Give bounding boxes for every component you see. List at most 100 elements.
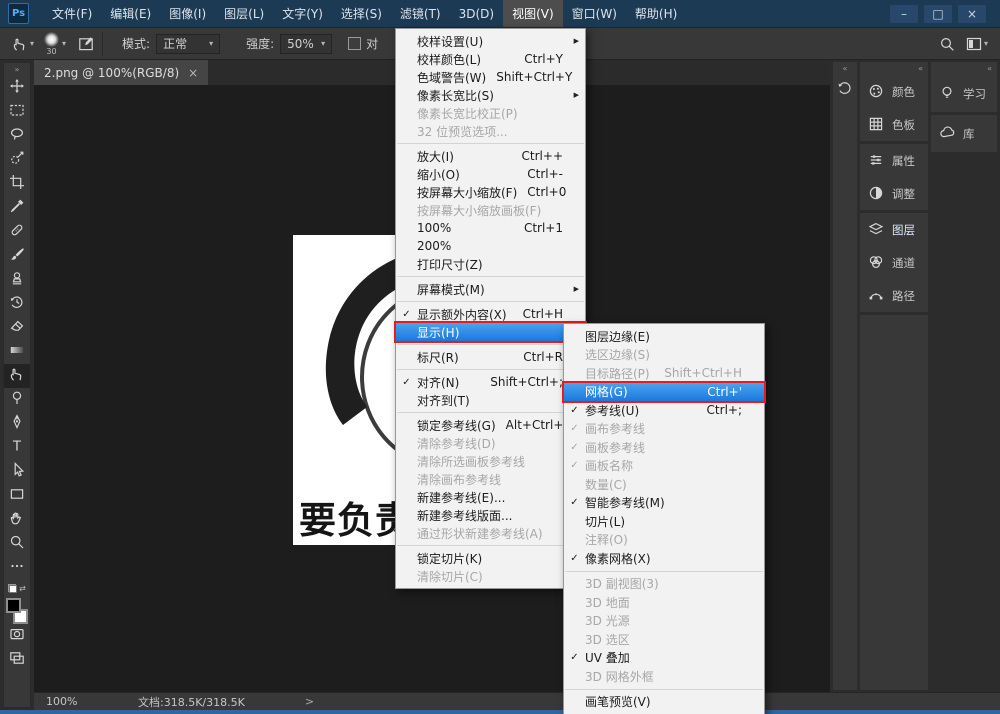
minimize-button[interactable]: – — [890, 5, 918, 23]
collapse-arrow-icon[interactable]: « — [833, 62, 857, 75]
menubar-item[interactable]: 图层(L) — [215, 0, 273, 27]
eraser-tool[interactable] — [4, 316, 30, 340]
status-chevron-icon[interactable]: > — [305, 695, 314, 708]
foreground-color-swatch[interactable] — [6, 598, 21, 613]
panel-button-adjustments[interactable]: 调整 — [860, 177, 928, 210]
menubar-item[interactable]: 编辑(E) — [101, 0, 160, 27]
menubar-item[interactable]: 3D(D) — [450, 0, 503, 27]
menu-item[interactable]: ✓智能参考线(M) — [564, 494, 764, 513]
menu-item[interactable]: 新建参考线版面... — [396, 506, 585, 524]
history-panel-button[interactable] — [833, 75, 857, 101]
type-tool[interactable]: T — [4, 436, 30, 460]
maximize-button[interactable]: □ — [924, 5, 952, 23]
lasso-tool[interactable] — [4, 124, 30, 148]
edit-toolbar[interactable] — [4, 556, 30, 580]
spot-healing-brush-tool[interactable] — [4, 220, 30, 244]
menu-item[interactable]: 锁定参考线(G)Alt+Ctrl+; — [396, 416, 585, 434]
menu-bar: 文件(F)编辑(E)图像(I)图层(L)文字(Y)选择(S)滤镜(T)3D(D)… — [43, 0, 686, 27]
brush-size-picker[interactable]: 30 — [44, 32, 59, 56]
divider — [102, 32, 103, 56]
tool-preset-picker[interactable]: ▾ — [12, 36, 34, 51]
zoom-level-field[interactable]: 100% — [46, 695, 98, 708]
menu-item[interactable]: 新建参考线(E)... — [396, 488, 585, 506]
menu-item[interactable]: ✓对齐(N)Shift+Ctrl+; — [396, 373, 585, 391]
dodge-tool[interactable] — [4, 388, 30, 412]
menubar-item[interactable]: 文字(Y) — [273, 0, 332, 27]
menubar-item[interactable]: 视图(V) — [503, 0, 563, 27]
menu-item[interactable]: ✓显示额外内容(X)Ctrl+H — [396, 305, 585, 323]
menu-item[interactable]: 放大(I)Ctrl++ — [396, 147, 585, 165]
collapse-arrow-icon[interactable]: « — [931, 62, 997, 75]
search-icon[interactable] — [939, 36, 954, 51]
hand-tool-icon — [9, 510, 25, 530]
menu-item[interactable]: 网格(G)Ctrl+' — [564, 383, 764, 402]
menu-item[interactable]: 显示(H)▶ — [396, 323, 585, 341]
menu-item[interactable]: 校样颜色(L)Ctrl+Y — [396, 50, 585, 68]
menubar-item[interactable]: 文件(F) — [43, 0, 101, 27]
toggle-brush-panel-icon[interactable] — [78, 36, 93, 51]
menu-item-label: 显示额外内容(X) — [417, 306, 513, 323]
panel-button-libraries[interactable]: 库 — [931, 115, 997, 152]
pen-tool[interactable] — [4, 412, 30, 436]
menu-item[interactable]: 按屏幕大小缩放(F)Ctrl+0 — [396, 183, 585, 201]
menu-item[interactable]: 像素长宽比(S)▶ — [396, 86, 585, 104]
strength-dropdown[interactable]: 50% ▾ — [280, 34, 332, 54]
close-tab-icon[interactable]: × — [188, 66, 198, 80]
menu-item[interactable]: ✓UV 叠加 — [564, 649, 764, 668]
toolbar-expand-arrow[interactable]: » — [4, 63, 30, 76]
menu-item[interactable]: 200% — [396, 237, 585, 255]
history-brush-tool[interactable] — [4, 292, 30, 316]
zoom-tool[interactable] — [4, 532, 30, 556]
chevron-down-icon[interactable]: ▾ — [62, 39, 66, 48]
menubar-item[interactable]: 选择(S) — [332, 0, 391, 27]
crop-tool[interactable] — [4, 172, 30, 196]
rectangle-tool[interactable] — [4, 484, 30, 508]
workspace-switcher[interactable]: ▾ — [966, 36, 988, 51]
menubar-item[interactable]: 图像(I) — [160, 0, 215, 27]
menu-item[interactable]: 标尺(R)Ctrl+R — [396, 348, 585, 366]
hand-tool[interactable] — [4, 508, 30, 532]
sample-all-layers-checkbox[interactable] — [348, 37, 361, 50]
menubar-item[interactable]: 滤镜(T) — [391, 0, 450, 27]
document-tab[interactable]: 2.png @ 100%(RGB/8) × — [34, 60, 208, 85]
learn-icon — [939, 85, 956, 102]
rectangular-marquee-tool[interactable] — [4, 100, 30, 124]
path-selection-tool[interactable] — [4, 460, 30, 484]
menu-item[interactable]: 切片(L) — [564, 512, 764, 531]
eyedropper-tool[interactable] — [4, 196, 30, 220]
menu-item[interactable]: 画笔预览(V) — [564, 693, 764, 712]
swap-colors-control[interactable]: ⇄ — [4, 580, 30, 596]
screen-mode-button[interactable] — [4, 648, 30, 672]
panel-button-color[interactable]: 颜色 — [860, 75, 928, 108]
menu-item[interactable]: 锁定切片(K) — [396, 549, 585, 567]
smudge-tool[interactable] — [4, 364, 30, 388]
menu-item[interactable]: 缩小(O)Ctrl+- — [396, 165, 585, 183]
menu-item[interactable]: ✓像素网格(X) — [564, 549, 764, 568]
gradient-tool[interactable] — [4, 340, 30, 364]
menu-item[interactable]: 色域警告(W)Shift+Ctrl+Y — [396, 68, 585, 86]
panel-button-layers[interactable]: 图层 — [860, 213, 928, 246]
clone-stamp-tool[interactable] — [4, 268, 30, 292]
menu-item[interactable]: 对齐到(T)▶ — [396, 391, 585, 409]
collapse-arrow-icon[interactable]: « — [860, 62, 928, 75]
checkmark-icon: ✓ — [396, 309, 417, 320]
quick-selection-tool[interactable] — [4, 148, 30, 172]
menu-item[interactable]: 校样设置(U)▶ — [396, 32, 585, 50]
menubar-item[interactable]: 帮助(H) — [626, 0, 686, 27]
move-tool[interactable] — [4, 76, 30, 100]
panel-button-paths[interactable]: 路径 — [860, 279, 928, 312]
panel-button-swatches[interactable]: 色板 — [860, 108, 928, 141]
menu-item[interactable]: 打印尺寸(Z) — [396, 255, 585, 273]
menu-item[interactable]: 屏幕模式(M)▶ — [396, 280, 585, 298]
menu-item[interactable]: ✓参考线(U)Ctrl+; — [564, 401, 764, 420]
panel-button-channels[interactable]: 通道 — [860, 246, 928, 279]
quick-mask-button[interactable] — [4, 624, 30, 648]
menu-item[interactable]: 100%Ctrl+1 — [396, 219, 585, 237]
close-button[interactable]: × — [958, 5, 986, 23]
brush-tool[interactable] — [4, 244, 30, 268]
panel-button-learn[interactable]: 学习 — [931, 75, 997, 112]
panel-button-properties[interactable]: 属性 — [860, 144, 928, 177]
menu-item[interactable]: 图层边缘(E) — [564, 327, 764, 346]
menubar-item[interactable]: 窗口(W) — [563, 0, 626, 27]
mode-dropdown[interactable]: 正常 ▾ — [156, 34, 220, 54]
